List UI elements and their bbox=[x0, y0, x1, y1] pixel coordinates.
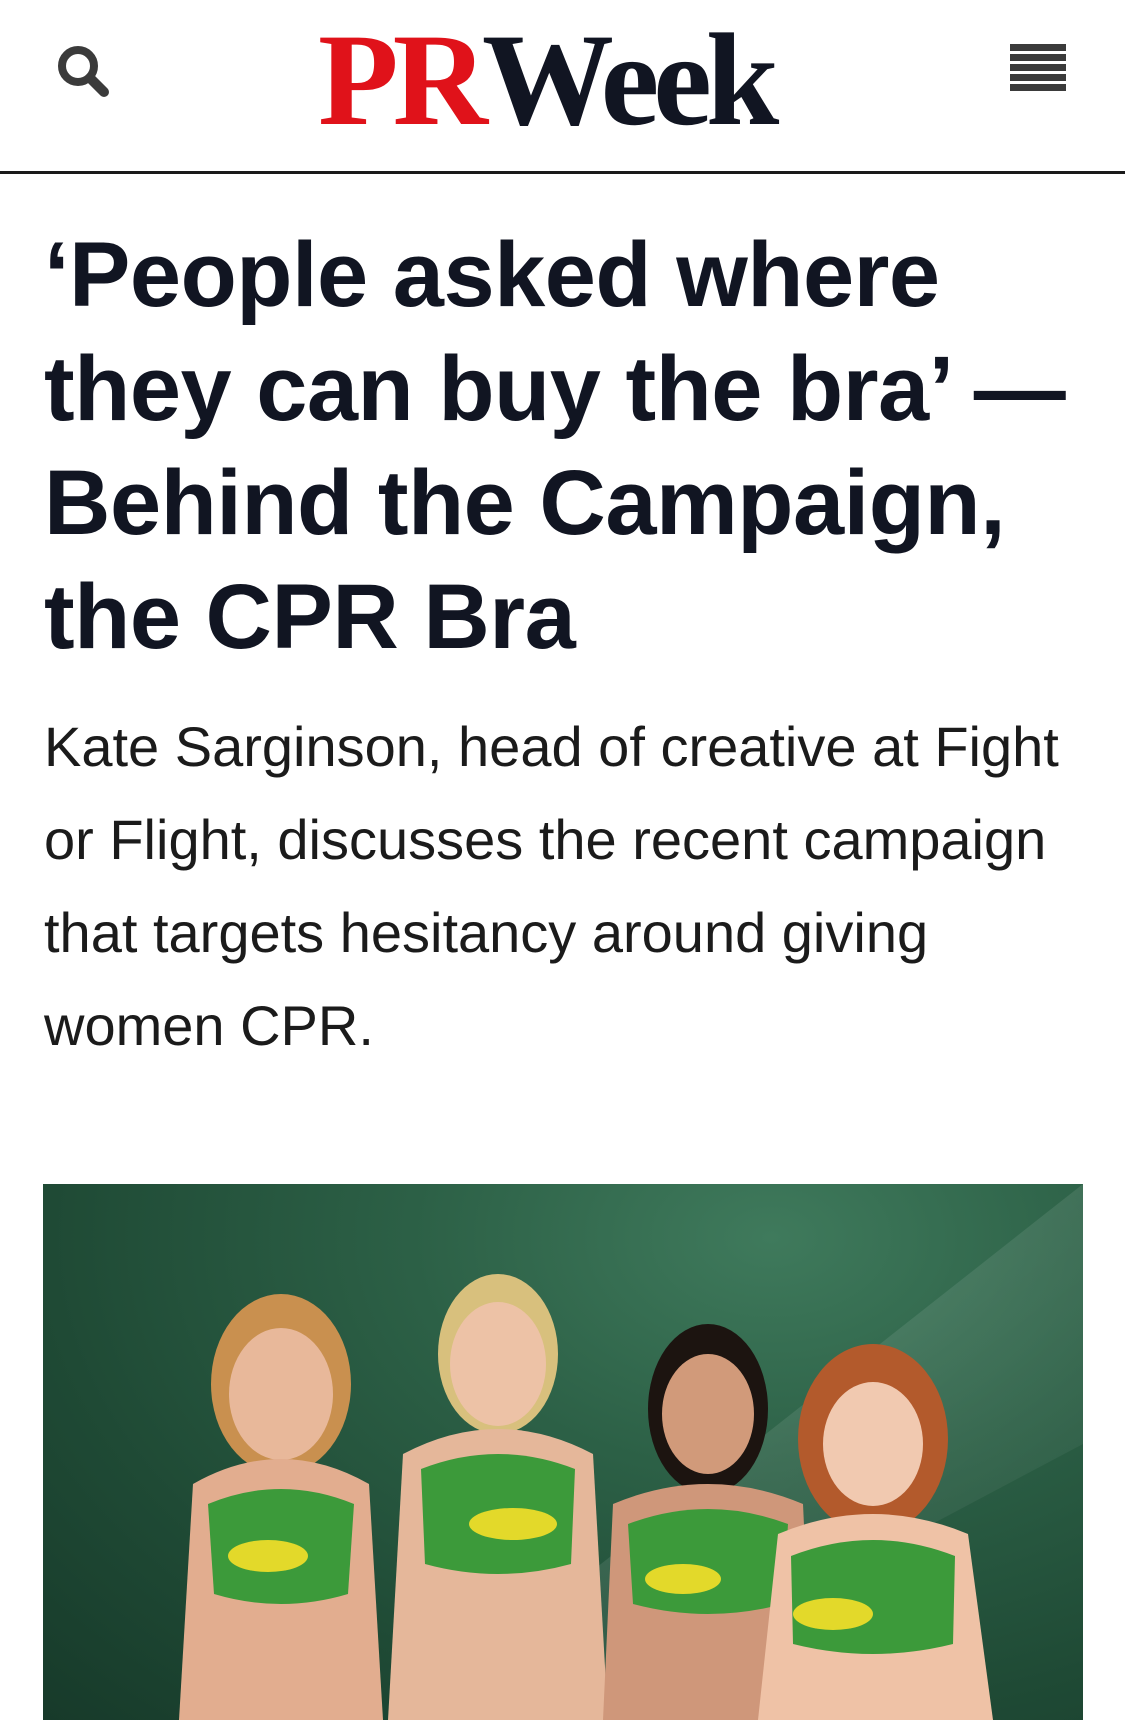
site-header: PR Week bbox=[0, 0, 1125, 174]
article-headline: ‘People asked where they can buy the bra… bbox=[44, 224, 1066, 668]
menu-button[interactable] bbox=[1010, 44, 1068, 92]
hero-image bbox=[43, 1184, 1083, 1720]
logo-week: Week bbox=[481, 6, 779, 153]
model-1 bbox=[179, 1294, 383, 1720]
article-standfirst: Kate Sarginson, head of creative at Figh… bbox=[44, 715, 1059, 1057]
hero-photo-illustration bbox=[179, 1184, 1083, 1720]
prweek-logo[interactable]: PR Week bbox=[318, 6, 779, 153]
search-button[interactable] bbox=[54, 42, 114, 102]
search-icon bbox=[58, 46, 109, 97]
model-2 bbox=[388, 1274, 608, 1720]
logo-pr: PR bbox=[318, 6, 488, 153]
hamburger-menu-icon bbox=[1010, 44, 1068, 91]
